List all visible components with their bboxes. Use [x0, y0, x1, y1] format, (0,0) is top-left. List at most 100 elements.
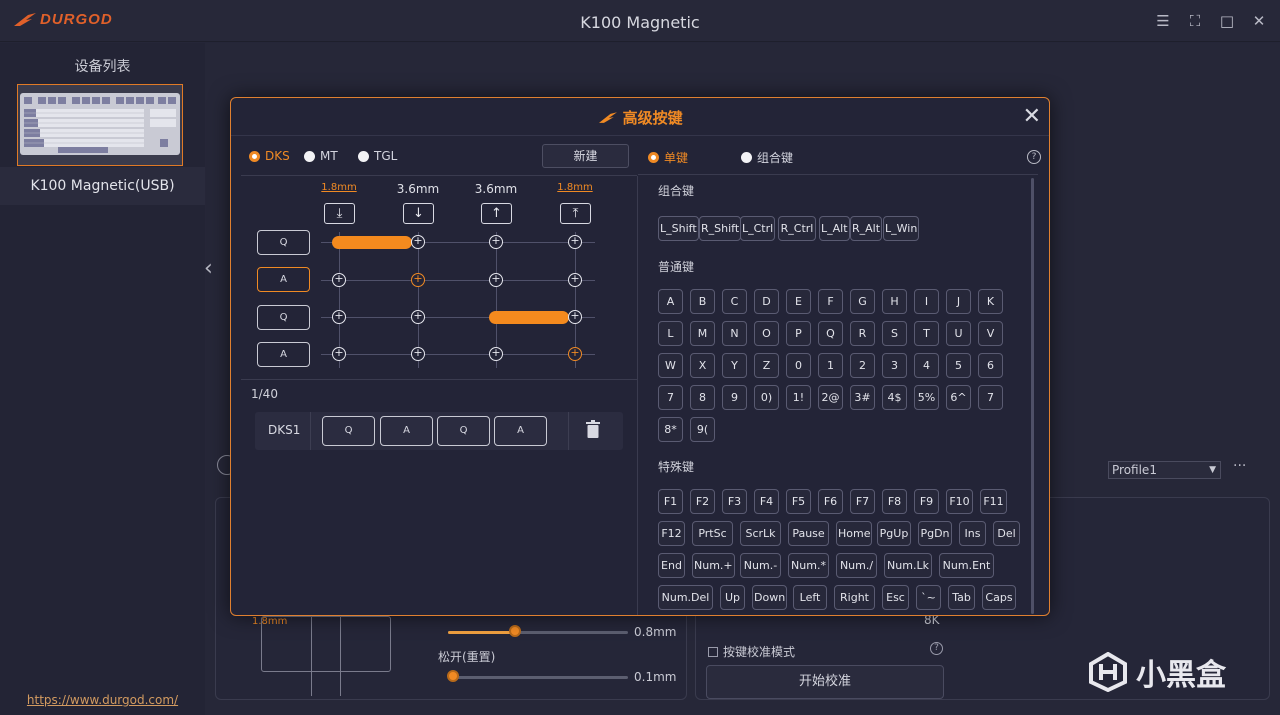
device-name[interactable]: K100 Magnetic(USB) [0, 167, 205, 205]
key-button[interactable]: F7 [850, 489, 875, 514]
action-bar[interactable] [489, 311, 569, 324]
key-button[interactable]: E [786, 289, 811, 314]
distance-label[interactable]: 1.8mm [550, 182, 600, 193]
key-button[interactable]: Tab [948, 585, 975, 610]
add-node-icon[interactable]: + [489, 235, 503, 249]
key-button[interactable]: U [946, 321, 971, 346]
key-button[interactable]: 5% [914, 385, 939, 410]
device-card[interactable] [17, 84, 183, 166]
key-button[interactable]: 9 [722, 385, 747, 410]
key-button[interactable]: Y [722, 353, 747, 378]
key-button[interactable]: X [690, 353, 715, 378]
key-button[interactable]: F3 [722, 489, 747, 514]
dks-key[interactable]: A [494, 416, 547, 446]
dks-key[interactable]: Q [437, 416, 490, 446]
mode-radio-mt[interactable]: MT [304, 149, 338, 163]
row-key-box[interactable]: Q [257, 230, 310, 255]
key-button[interactable]: F2 [690, 489, 715, 514]
add-node-icon[interactable]: + [332, 347, 346, 361]
action-bar[interactable] [332, 236, 412, 249]
key-button[interactable]: L_Shift [658, 216, 699, 241]
key-button[interactable]: 1 [818, 353, 843, 378]
key-button[interactable]: R_Shift [699, 216, 742, 241]
key-button[interactable]: R_Ctrl [778, 216, 816, 241]
key-button[interactable]: 3 [882, 353, 907, 378]
add-node-icon[interactable]: + [489, 347, 503, 361]
key-button[interactable]: T [914, 321, 939, 346]
calibration-mode-checkbox[interactable]: 按键校准模式 [708, 643, 795, 660]
key-button[interactable]: H [882, 289, 907, 314]
profile-select[interactable]: Profile1 ▼ [1108, 461, 1221, 479]
start-calibration-button[interactable]: 开始校准 [706, 665, 944, 699]
key-button[interactable]: Num.Del [658, 585, 713, 610]
key-button[interactable]: F9 [914, 489, 939, 514]
add-node-icon[interactable]: + [568, 310, 582, 324]
add-node-icon[interactable]: + [332, 310, 346, 324]
key-button[interactable]: 8 [690, 385, 715, 410]
key-button[interactable]: L_Alt [819, 216, 850, 241]
key-button[interactable]: 4 [914, 353, 939, 378]
key-button[interactable]: Num.+ [692, 553, 735, 578]
menu-icon[interactable]: ☰ [1154, 12, 1172, 30]
add-node-icon[interactable]: + [332, 273, 346, 287]
add-node-icon[interactable]: + [411, 273, 425, 287]
key-button[interactable]: Del [993, 521, 1020, 546]
add-node-icon[interactable]: + [568, 235, 582, 249]
fullscreen-icon[interactable]: ⛶ [1186, 12, 1204, 30]
row-key-box[interactable]: A [257, 342, 310, 367]
key-button[interactable]: 4$ [882, 385, 907, 410]
website-link[interactable]: https://www.durgod.com/ [0, 693, 205, 707]
key-button[interactable]: 1! [786, 385, 811, 410]
add-node-icon[interactable]: + [411, 310, 425, 324]
key-button[interactable]: S [882, 321, 907, 346]
key-button[interactable]: L_Ctrl [740, 216, 776, 241]
key-button[interactable]: Left [793, 585, 827, 610]
key-button[interactable]: Num.Lk [884, 553, 932, 578]
key-button[interactable]: W [658, 353, 683, 378]
key-button[interactable]: J [946, 289, 971, 314]
key-button[interactable]: Ins [959, 521, 986, 546]
key-button[interactable]: PgDn [918, 521, 952, 546]
distance-label[interactable]: 1.8mm [314, 182, 364, 193]
key-button[interactable]: 6 [978, 353, 1003, 378]
checkbox-icon[interactable] [708, 646, 718, 657]
key-button[interactable]: Esc [882, 585, 909, 610]
key-button[interactable]: F [818, 289, 843, 314]
add-node-icon[interactable]: + [411, 347, 425, 361]
key-button[interactable]: F12 [658, 521, 685, 546]
release-slider-knob[interactable] [447, 670, 459, 682]
key-button[interactable]: 2 [850, 353, 875, 378]
calibration-help-icon[interactable]: ? [930, 642, 943, 655]
tab-combo-key[interactable]: 组合键 [741, 149, 793, 166]
mode-radio-tgl[interactable]: TGL [358, 149, 397, 163]
key-button[interactable]: B [690, 289, 715, 314]
key-button[interactable]: R [850, 321, 875, 346]
close-icon[interactable]: ✕ [1023, 104, 1041, 129]
key-button[interactable]: C [722, 289, 747, 314]
key-button[interactable]: L_Win [883, 216, 920, 241]
dks-key[interactable]: A [380, 416, 433, 446]
maximize-icon[interactable]: □ [1218, 12, 1236, 30]
key-button[interactable]: F11 [980, 489, 1007, 514]
key-button[interactable]: Z [754, 353, 779, 378]
close-window-icon[interactable]: ✕ [1250, 12, 1268, 30]
key-button[interactable]: P [786, 321, 811, 346]
key-button[interactable]: PgUp [877, 521, 911, 546]
add-node-icon[interactable]: + [411, 235, 425, 249]
press-slider-knob[interactable] [509, 625, 521, 637]
collapse-sidebar-icon[interactable]: ‹ [204, 256, 213, 281]
add-node-icon[interactable]: + [489, 273, 503, 287]
key-button[interactable]: D [754, 289, 779, 314]
key-button[interactable]: G [850, 289, 875, 314]
key-button[interactable]: 2@ [818, 385, 843, 410]
key-button[interactable]: F6 [818, 489, 843, 514]
key-button[interactable]: 0) [754, 385, 779, 410]
key-button[interactable]: F4 [754, 489, 779, 514]
key-button[interactable]: Caps [982, 585, 1016, 610]
key-button[interactable]: 8* [658, 417, 683, 442]
key-button[interactable]: Num.Ent [939, 553, 994, 578]
key-button[interactable]: Num./ [836, 553, 877, 578]
row-key-box[interactable]: Q [257, 305, 310, 330]
key-button[interactable]: R_Alt [850, 216, 883, 241]
key-button[interactable]: ScrLk [740, 521, 781, 546]
